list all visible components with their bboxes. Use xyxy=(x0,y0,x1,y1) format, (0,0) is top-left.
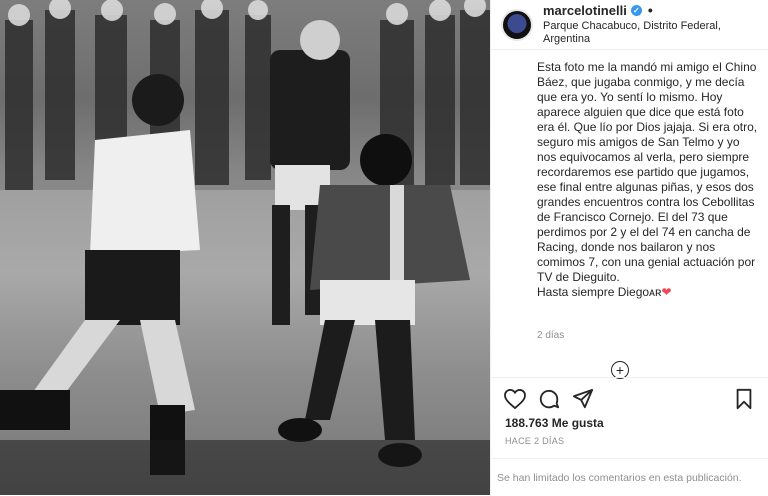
heart-outline-icon[interactable] xyxy=(503,387,527,411)
paper-plane-icon[interactable] xyxy=(571,387,595,411)
post-sidebar: marcelotinelli ✓ • Parque Chacabuco, Dis… xyxy=(490,0,768,495)
verified-badge-icon: ✓ xyxy=(630,5,642,17)
username-row: marcelotinelli ✓ • xyxy=(543,2,758,20)
caption-closing-row: Hasta siempre Diegoᴀʀ❤ xyxy=(537,285,758,300)
instagram-post: marcelotinelli ✓ • Parque Chacabuco, Dis… xyxy=(0,0,768,495)
caption-closing: Hasta siempre Diegoᴀʀ xyxy=(537,285,662,299)
football-photo-illustration xyxy=(0,0,490,495)
avatar[interactable] xyxy=(501,8,533,41)
location-link[interactable]: Parque Chacabuco, Distrito Federal, Arge… xyxy=(543,20,758,48)
header-text: marcelotinelli ✓ • Parque Chacabuco, Dis… xyxy=(543,2,758,47)
comments-limited-notice: Se han limitado los comentarios en esta … xyxy=(491,458,768,496)
bookmark-icon[interactable] xyxy=(732,387,756,411)
comment-icon[interactable] xyxy=(537,387,561,411)
posted-time[interactable]: HACE 2 DÍAS xyxy=(505,436,564,446)
caption-text: Esta foto me la mandó mi amigo el Chino … xyxy=(537,60,758,284)
post-photo[interactable] xyxy=(0,0,490,495)
username[interactable]: marcelotinelli xyxy=(543,3,627,19)
likes-count[interactable]: 188.763 Me gusta xyxy=(505,416,604,430)
more-options-dot[interactable]: • xyxy=(648,2,653,20)
caption: Esta foto me la mandó mi amigo el Chino … xyxy=(537,60,758,300)
caption-age: 2 días xyxy=(537,330,565,341)
post-header: marcelotinelli ✓ • Parque Chacabuco, Dis… xyxy=(491,0,768,50)
action-bar xyxy=(491,377,768,419)
red-heart-icon: ❤ xyxy=(661,285,672,299)
